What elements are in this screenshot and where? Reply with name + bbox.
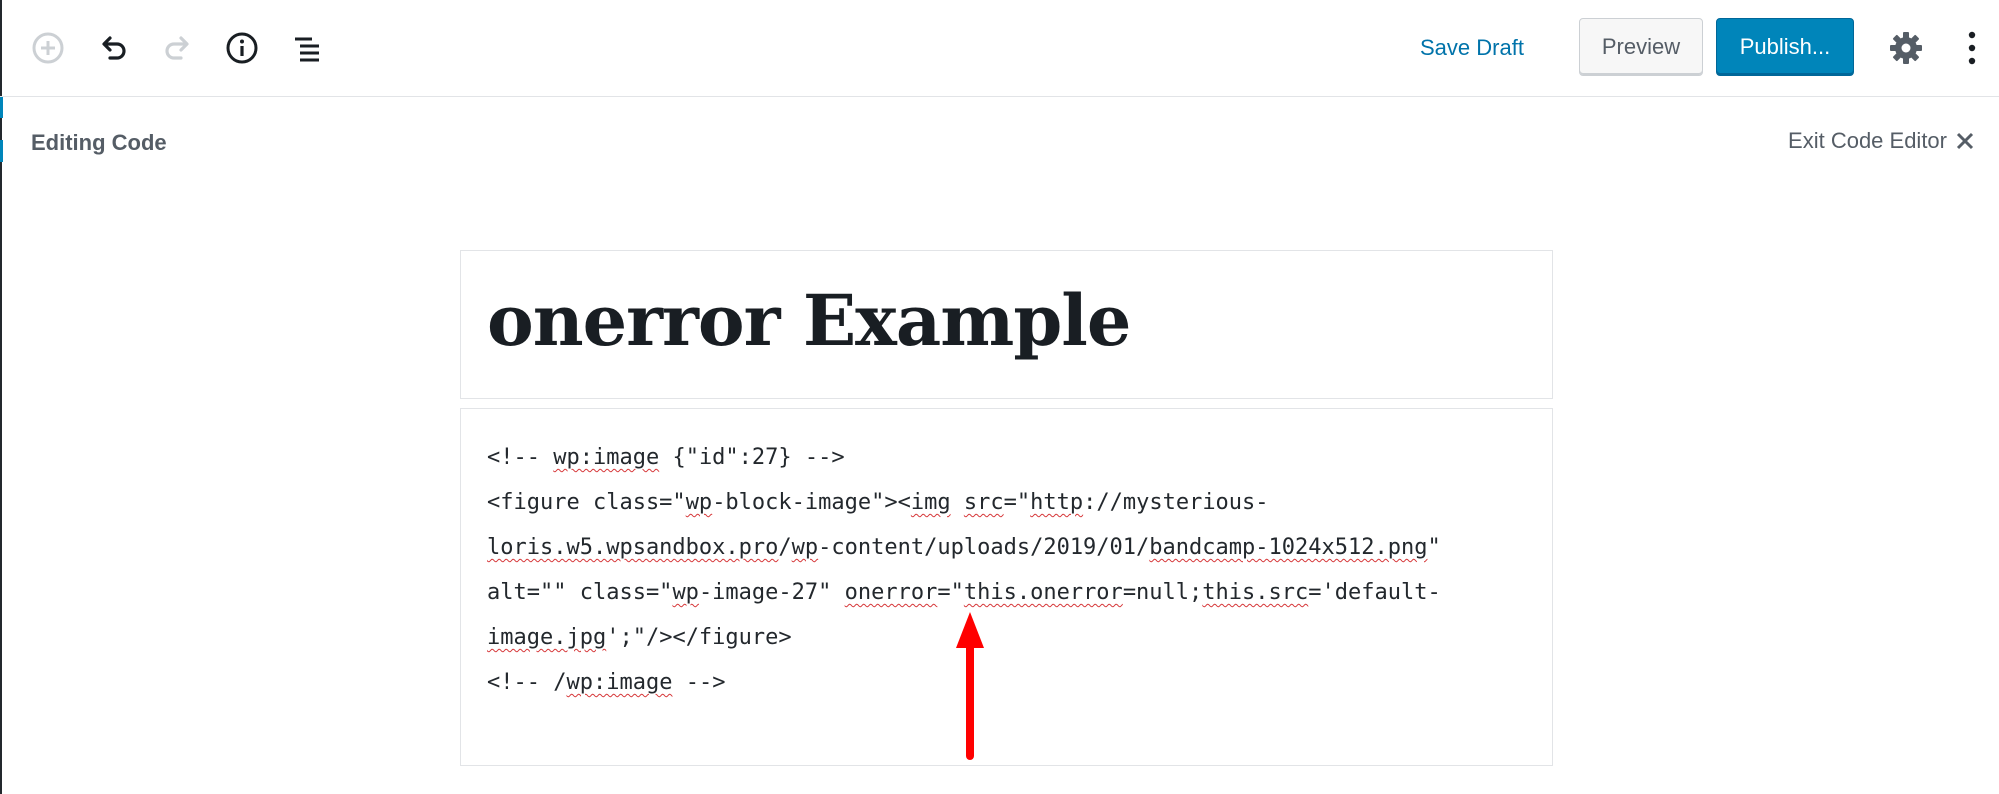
post-title-field[interactable]: onerror Example (460, 250, 1553, 399)
preview-button[interactable]: Preview (1579, 18, 1703, 76)
code-line: <!-- /wp:image --> (487, 670, 726, 695)
list-outline-icon[interactable] (284, 25, 330, 71)
admin-sidebar-accent (0, 96, 3, 118)
code-line: <!-- wp:image {"id":27} --> (487, 445, 845, 470)
editor-toolbar: Save Draft Preview Publish... (0, 0, 1999, 97)
save-draft-button[interactable]: Save Draft (1420, 30, 1524, 66)
undo-icon[interactable] (90, 25, 136, 71)
plus-circle-icon[interactable] (25, 25, 71, 71)
vertical-ellipsis-icon[interactable] (1950, 25, 1994, 71)
gear-icon[interactable] (1883, 25, 1929, 71)
editing-code-label: Editing Code (31, 130, 167, 155)
code-line: loris.w5.wpsandbox.pro/wp-content/upload… (487, 535, 1441, 560)
publish-button[interactable]: Publish... (1716, 18, 1854, 76)
exit-code-editor-label: Exit Code Editor (1788, 128, 1947, 153)
post-code-editor[interactable]: <!-- wp:image {"id":27} --> <figure clas… (460, 408, 1553, 766)
code-line: alt="" class="wp-image-27" onerror="this… (487, 580, 1441, 605)
editor-page: Save Draft Preview Publish... Editing Co… (0, 0, 1999, 794)
admin-sidebar-accent (0, 140, 3, 162)
code-line: image.jpg';"/></figure> (487, 625, 792, 650)
post-title: onerror Example (487, 279, 1131, 362)
code-line: <figure class="wp-block-image"><img src=… (487, 490, 1269, 515)
exit-code-editor-button[interactable]: Exit Code Editor (1788, 128, 1975, 154)
admin-sidebar-edge (0, 0, 2, 794)
redo-icon[interactable] (155, 25, 201, 71)
info-icon[interactable] (219, 25, 265, 71)
close-icon (1955, 131, 1975, 151)
red-arrow-icon (956, 612, 984, 760)
